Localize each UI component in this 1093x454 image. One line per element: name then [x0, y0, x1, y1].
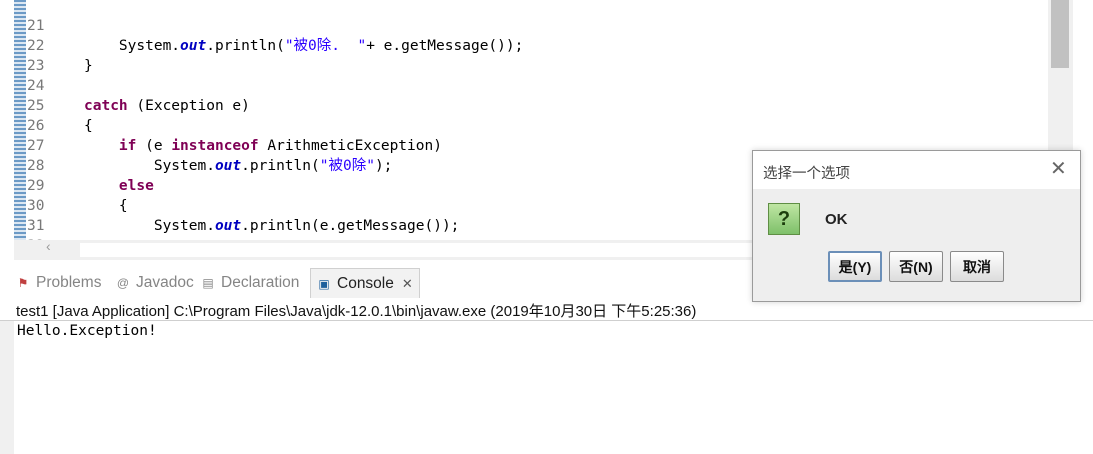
- code-line: 29 {: [0, 156, 128, 214]
- option-dialog: 选择一个选项 ✕ ? OK 是(Y) 否(N) 取消: [752, 150, 1081, 302]
- code-text: {: [84, 118, 93, 134]
- tab-label: Console: [337, 275, 394, 292]
- code-line: 27 System.out.println("被0除");: [0, 116, 392, 174]
- javadoc-icon: @: [116, 276, 130, 290]
- cancel-button[interactable]: 取消: [950, 251, 1004, 282]
- no-button[interactable]: 否(N): [889, 251, 943, 282]
- line-number: 24: [27, 78, 45, 94]
- line-number: 23: [27, 58, 45, 74]
- line-number: 30: [27, 198, 45, 214]
- code-text: System.out.println(e.getMessage());: [84, 218, 460, 234]
- console-output-text: Hello.Exception!: [17, 323, 157, 339]
- tab-declaration[interactable]: ▤ Declaration: [201, 268, 299, 298]
- code-text: if (e instanceof ArithmeticException): [118, 138, 442, 154]
- close-icon[interactable]: ✕: [402, 276, 413, 292]
- dialog-title: 选择一个选项: [763, 166, 850, 182]
- line-number: 28: [27, 158, 45, 174]
- code-text: else: [118, 178, 154, 194]
- console-output-area[interactable]: [0, 321, 1093, 454]
- tab-label: Problems: [36, 274, 102, 291]
- problems-icon: ⚑: [17, 276, 29, 290]
- tab-problems[interactable]: ⚑ Problems: [16, 268, 102, 298]
- console-left-ruler: [0, 321, 14, 454]
- tab-javadoc[interactable]: @ Javadoc: [116, 268, 194, 298]
- code-line: 26 if (e instanceof ArithmeticException): [0, 96, 442, 154]
- console-process-title: test1 [Java Application] C:\Program File…: [16, 303, 697, 320]
- console-icon: ▣: [318, 277, 330, 291]
- code-text: System.out.println("被0除. "+ e.getMessage…: [84, 38, 524, 54]
- line-number: 31: [27, 218, 45, 234]
- code-line: 32 }: [0, 216, 44, 240]
- tab-console[interactable]: ▣ Console ✕: [310, 268, 420, 299]
- dialog-message: OK: [825, 211, 848, 228]
- code-text: {: [84, 198, 128, 214]
- code-line: 28 else: [0, 136, 154, 194]
- code-line: 30 System.out.println(e.getMessage());: [0, 176, 459, 234]
- editor-vertical-scroll-thumb[interactable]: [1051, 0, 1069, 68]
- scroll-left-arrow-icon[interactable]: ‹: [46, 238, 51, 254]
- yes-button[interactable]: 是(Y): [828, 251, 882, 282]
- code-line: 21 System.out.println("被0除. "+ e.getMess…: [0, 0, 523, 54]
- tab-label: Javadoc: [136, 274, 194, 291]
- line-number: 26: [27, 118, 45, 134]
- tab-label: Declaration: [221, 274, 300, 291]
- code-line: 25 {: [0, 76, 93, 134]
- code-line: 24 catch (Exception e): [0, 56, 250, 114]
- question-icon: ?: [768, 203, 800, 235]
- code-line: 23: [0, 36, 44, 74]
- line-number: 27: [27, 138, 45, 154]
- line-number: 21: [27, 18, 45, 34]
- dialog-titlebar[interactable]: 选择一个选项 ✕: [753, 151, 1080, 189]
- code-line: 22 }: [0, 16, 93, 74]
- code-text: catch (Exception e): [84, 98, 250, 114]
- close-icon[interactable]: ✕: [1050, 159, 1067, 179]
- line-number: 22: [27, 38, 45, 54]
- code-text: System.out.println("被0除");: [84, 158, 393, 174]
- line-number: 25: [27, 98, 45, 114]
- declaration-icon: ▤: [202, 276, 214, 290]
- code-text: }: [84, 58, 93, 74]
- code-line: 31: [0, 196, 44, 234]
- line-number: 29: [27, 178, 45, 194]
